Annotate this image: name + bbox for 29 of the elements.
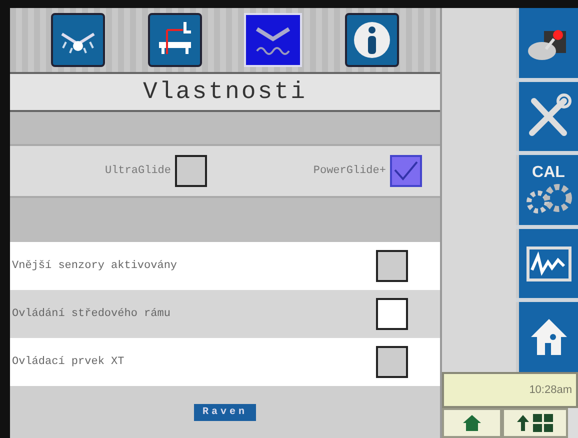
option-label: PowerGlide+ <box>313 165 386 177</box>
tab[interactable] <box>51 13 106 67</box>
side-button[interactable] <box>516 302 578 372</box>
side-button[interactable]: CAL <box>516 155 578 225</box>
checkbox[interactable] <box>376 346 408 378</box>
cal-label: CAL <box>532 164 565 182</box>
tab[interactable] <box>344 13 399 67</box>
grid-button[interactable] <box>502 408 568 438</box>
side-button[interactable] <box>516 8 578 78</box>
checkbox[interactable] <box>390 155 422 187</box>
side-button[interactable] <box>516 228 578 298</box>
side-button[interactable] <box>516 82 578 152</box>
home-icon <box>462 414 482 432</box>
home-button[interactable] <box>442 408 502 438</box>
arrow-grid-icon <box>515 413 555 433</box>
checkbox[interactable] <box>175 155 207 187</box>
gears-icon <box>524 182 574 216</box>
option-label: UltraGlide <box>104 165 171 177</box>
monitor-icon <box>524 244 574 284</box>
tab[interactable] <box>148 13 202 67</box>
feature-label: Ovládací prvek XT <box>12 356 124 368</box>
feature-label: Vnější senzory aktivovány <box>12 260 178 272</box>
checkbox[interactable] <box>376 298 408 330</box>
checkbox[interactable] <box>376 250 408 282</box>
raven-button[interactable]: Raven <box>194 404 256 420</box>
clock: 10:28am <box>442 372 578 408</box>
info-icon <box>352 20 392 60</box>
feature-label: Ovládání středového rámu <box>12 308 170 320</box>
screen-title: Vlastnosti <box>10 72 440 112</box>
